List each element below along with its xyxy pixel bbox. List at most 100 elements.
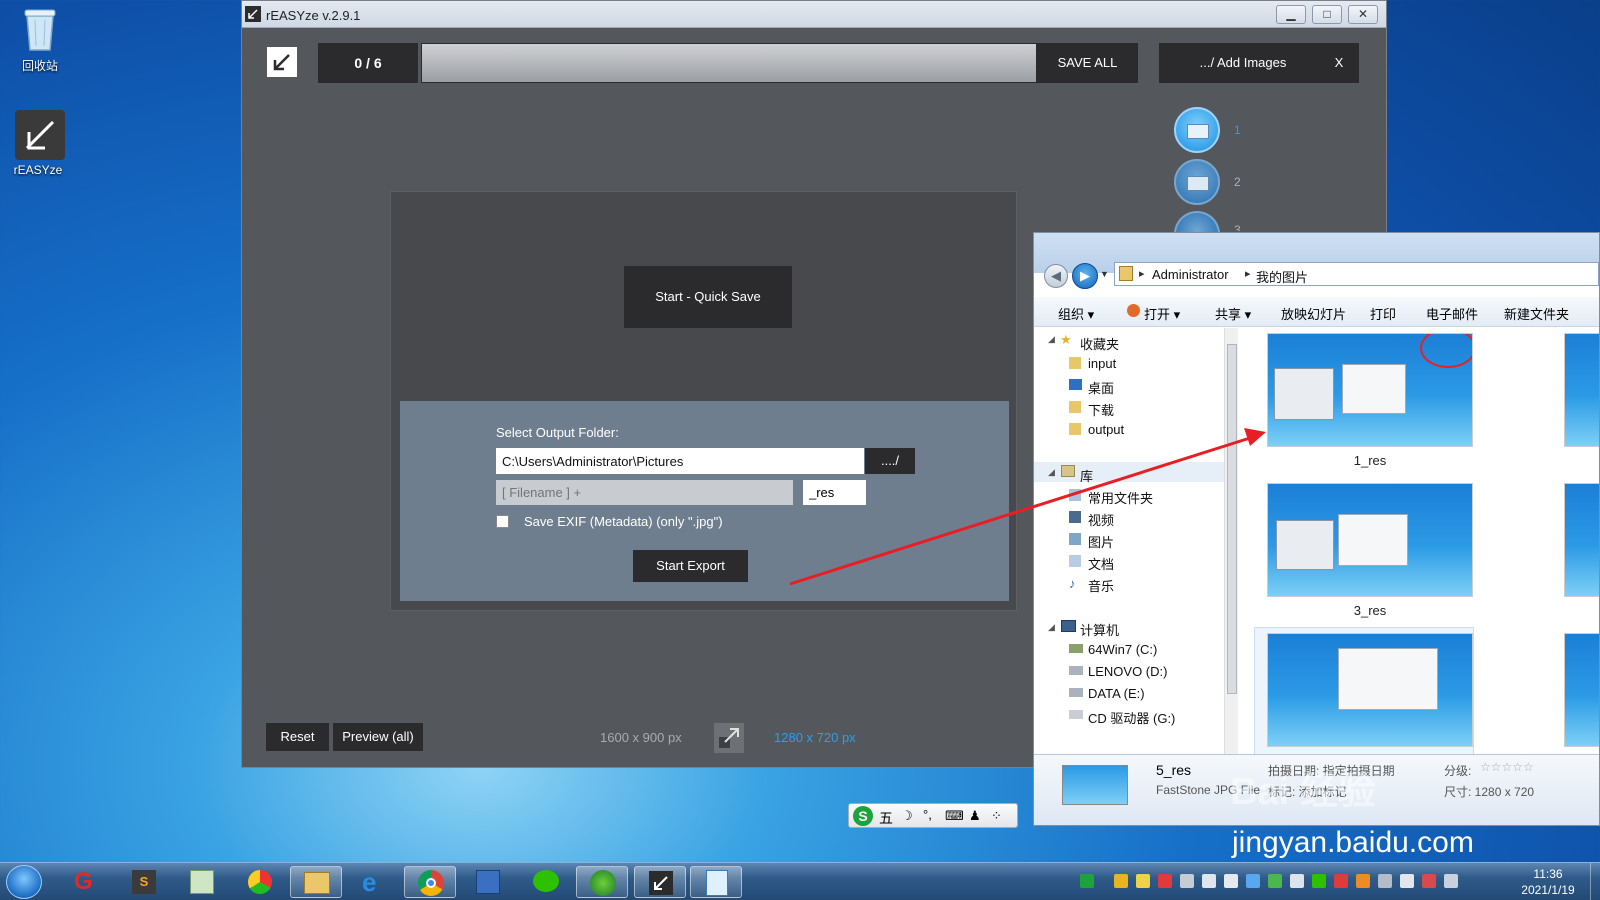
sogou-tray-icon[interactable] — [1080, 874, 1094, 888]
minimize-button[interactable]: ▁ — [1276, 5, 1306, 24]
reset-button[interactable]: Reset — [266, 723, 329, 751]
file-thumb-3-res[interactable] — [1267, 483, 1473, 597]
tree-item-music[interactable]: 音乐 — [1088, 576, 1114, 595]
maximize-button[interactable]: □ — [1312, 5, 1342, 24]
flag-icon[interactable] — [1202, 874, 1216, 888]
punctuation-icon[interactable]: °, — [923, 807, 932, 822]
breadcrumb-item[interactable]: Administrator — [1152, 267, 1229, 282]
browse-folder-button[interactable]: ..../ — [865, 448, 915, 474]
ime-toolbar[interactable]: S 五 ☽ °, ⌨ ♟ ⁘ — [848, 803, 1018, 828]
collapse-icon[interactable]: ◢ — [1048, 334, 1055, 345]
add-images-button[interactable]: .../ Add Images — [1159, 43, 1327, 83]
tree-favorites[interactable]: 收藏夹 — [1080, 334, 1119, 353]
file-thumb-partial[interactable] — [1564, 333, 1599, 447]
taskbar-app[interactable] — [690, 866, 742, 898]
file-thumb-partial[interactable] — [1564, 483, 1599, 597]
image-thumb-2[interactable] — [1174, 159, 1220, 205]
wechat-tray-icon[interactable] — [1312, 874, 1326, 888]
forward-button[interactable]: ▶ — [1072, 263, 1098, 289]
tree-item-input[interactable]: input — [1088, 356, 1116, 371]
menu-grid-icon[interactable]: ⁘ — [991, 808, 1002, 824]
title-bar[interactable]: rEASYze v.2.9.1 ▁ □ ✕ — [242, 1, 1386, 28]
ime-mode[interactable]: 五 — [879, 808, 893, 828]
muted-speaker-icon[interactable] — [1422, 874, 1436, 888]
email-button[interactable]: 电子邮件 — [1426, 304, 1478, 323]
taskbar-app[interactable] — [234, 866, 286, 898]
tree-drive-e[interactable]: DATA (E:) — [1088, 686, 1145, 701]
quick-save-button[interactable]: Start - Quick Save — [624, 266, 792, 328]
show-desktop-button[interactable] — [1590, 863, 1600, 900]
print-button[interactable]: 打印 — [1370, 304, 1396, 323]
clock[interactable]: 11:36 2021/1/19 — [1508, 866, 1588, 898]
scrollbar-thumb[interactable] — [1227, 344, 1237, 694]
app-tray-icon[interactable] — [1268, 874, 1282, 888]
start-button[interactable] — [6, 865, 42, 899]
start-export-button[interactable]: Start Export — [633, 550, 748, 582]
close-button[interactable]: ✕ — [1348, 5, 1378, 24]
image-thumb-1[interactable] — [1174, 107, 1220, 153]
file-thumb-1-res[interactable] — [1267, 333, 1473, 447]
breadcrumb-item[interactable]: 我的图片 — [1256, 267, 1308, 286]
open-menu[interactable]: 打开 ▾ — [1144, 304, 1180, 323]
tree-item-common[interactable]: 常用文件夹 — [1088, 488, 1153, 507]
output-path-input[interactable] — [496, 448, 864, 474]
notes-icon[interactable] — [1136, 874, 1150, 888]
taskbar-explorer[interactable] — [290, 866, 342, 898]
volume-icon[interactable] — [1180, 874, 1194, 888]
suffix-input[interactable] — [803, 480, 866, 505]
monitor-icon[interactable] — [1378, 874, 1392, 888]
pen-icon[interactable] — [1158, 874, 1172, 888]
collapse-icon[interactable]: ◢ — [1048, 622, 1055, 633]
exif-checkbox[interactable] — [496, 515, 509, 528]
file-thumb-partial[interactable] — [1564, 633, 1599, 747]
tree-drive-c[interactable]: 64Win7 (C:) — [1088, 642, 1157, 657]
address-bar[interactable]: ▸ Administrator ▸ 我的图片 — [1114, 262, 1599, 286]
app-tray-icon[interactable] — [1224, 874, 1238, 888]
tree-drive-d[interactable]: LENOVO (D:) — [1088, 664, 1167, 679]
user-icon[interactable]: ♟ — [969, 808, 981, 824]
new-folder-button[interactable]: 新建文件夹 — [1504, 304, 1569, 323]
keyboard-icon[interactable]: ⌨ — [945, 808, 964, 824]
clear-images-button[interactable]: X — [1319, 43, 1359, 83]
taskbar-app[interactable] — [462, 866, 514, 898]
file-thumb-5-res[interactable] — [1267, 633, 1473, 747]
desktop-icon-recycle-bin[interactable]: 回收站 — [8, 4, 72, 74]
resize-toggle[interactable] — [714, 723, 744, 753]
tree-libraries[interactable]: 库 — [1080, 466, 1093, 485]
app-tray-icon[interactable] — [1246, 874, 1260, 888]
half-width-icon[interactable]: ☽ — [901, 808, 913, 824]
app-logo-button[interactable] — [267, 47, 297, 77]
organize-menu[interactable]: 组织 ▾ — [1058, 304, 1094, 323]
taskbar-app[interactable]: S — [118, 866, 170, 898]
taskbar-app[interactable]: e — [348, 866, 400, 898]
cloud-icon[interactable] — [1290, 874, 1304, 888]
taskbar-app[interactable] — [404, 866, 456, 898]
slideshow-button[interactable]: 放映幻灯片 — [1281, 304, 1346, 323]
rating-stars-icon[interactable]: ☆☆☆☆☆ — [1480, 760, 1534, 774]
usb-icon[interactable] — [1400, 874, 1414, 888]
tree-item-downloads[interactable]: 下载 — [1088, 400, 1114, 419]
taskbar-app[interactable] — [520, 866, 572, 898]
search-icon[interactable] — [1356, 874, 1370, 888]
collapse-icon[interactable]: ◢ — [1048, 467, 1055, 478]
taskbar-app[interactable]: G — [60, 866, 112, 898]
back-button[interactable]: ◀ — [1044, 264, 1068, 288]
filename-prefix-input[interactable] — [496, 480, 793, 505]
taskbar-app[interactable] — [576, 866, 628, 898]
tree-item-output[interactable]: output — [1088, 422, 1124, 437]
tree-item-pictures[interactable]: 图片 — [1088, 532, 1114, 551]
tree-computer[interactable]: 计算机 — [1080, 620, 1119, 639]
tree-item-documents[interactable]: 文档 — [1088, 554, 1114, 573]
preview-all-button[interactable]: Preview (all) — [333, 723, 423, 751]
nav-scrollbar[interactable] — [1224, 328, 1238, 754]
history-dropdown-icon[interactable]: ▼ — [1100, 269, 1109, 279]
save-all-button[interactable]: SAVE ALL — [1037, 43, 1138, 83]
network-icon[interactable] — [1444, 874, 1458, 888]
tree-drive-g[interactable]: CD 驱动器 (G:) — [1088, 708, 1175, 727]
share-menu[interactable]: 共享 ▾ — [1215, 304, 1251, 323]
tree-item-videos[interactable]: 视频 — [1088, 510, 1114, 529]
tree-item-desktop[interactable]: 桌面 — [1088, 378, 1114, 397]
taskbar-reasyze[interactable] — [634, 866, 686, 898]
shield-icon[interactable] — [1114, 874, 1128, 888]
taskbar-app[interactable] — [176, 866, 228, 898]
